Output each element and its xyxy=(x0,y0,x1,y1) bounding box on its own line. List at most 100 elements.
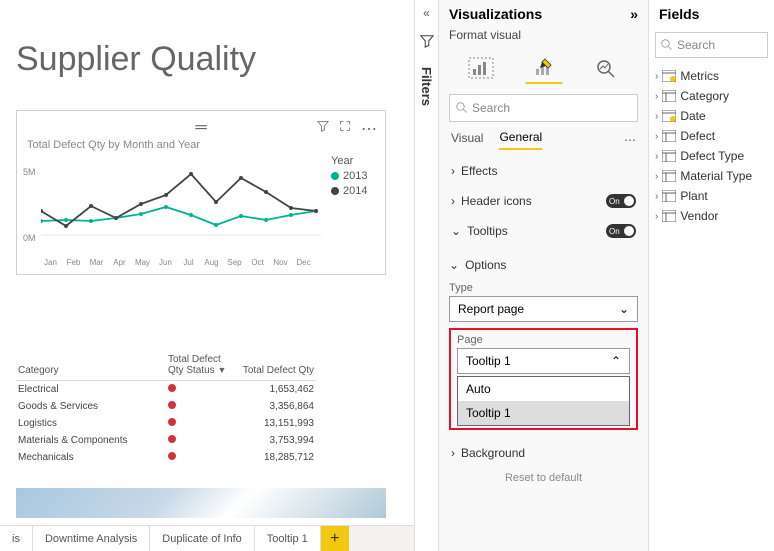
table-cell xyxy=(166,398,236,415)
chevron-right-icon: › xyxy=(655,191,658,202)
field-table[interactable]: ›Defect xyxy=(649,126,774,146)
pane-title: Visualizations xyxy=(449,6,542,22)
table-cell: 18,285,712 xyxy=(236,449,316,466)
table-cell xyxy=(166,415,236,432)
chevron-right-icon: › xyxy=(451,164,455,178)
section-tooltips[interactable]: ⌄TooltipsOn xyxy=(439,216,648,246)
date-table-icon xyxy=(662,110,676,122)
table-cell: 3,753,994 xyxy=(236,432,316,449)
table-cell: Logistics xyxy=(16,415,166,432)
table-row[interactable]: Goods & Services3,356,864 xyxy=(16,398,316,415)
field-table[interactable]: ›Material Type xyxy=(649,166,774,186)
dropdown-option[interactable]: Auto xyxy=(458,377,629,401)
visualizations-pane: Visualizations » Format visual Search Vi… xyxy=(438,0,648,551)
section-background[interactable]: ›Background xyxy=(439,438,648,468)
x-axis-labels: JanFebMarAprMayJunJulAugSepOctNovDec xyxy=(39,258,325,267)
table-row[interactable]: Electrical1,653,462 xyxy=(16,381,316,399)
chevron-right-icon: › xyxy=(655,151,658,162)
table-row[interactable]: Logistics 13,151,993 xyxy=(16,415,316,432)
section-header-icons[interactable]: ›Header iconsOn xyxy=(439,186,648,216)
fields-pane: Fields Search ›Metrics ›Category ›Date ›… xyxy=(648,0,774,551)
drag-handle-icon[interactable]: ═ xyxy=(195,119,206,137)
legend-item[interactable]: 2013 xyxy=(343,170,367,182)
expand-left-icon[interactable]: « xyxy=(423,6,430,20)
y-tick: 0M xyxy=(23,233,36,243)
analytics-button[interactable] xyxy=(588,52,626,84)
filters-icon[interactable] xyxy=(420,34,434,53)
table-header[interactable]: Category xyxy=(16,350,166,381)
sort-down-icon: ▼ xyxy=(217,365,226,375)
table-header[interactable]: Total Defect Qty xyxy=(236,350,316,381)
section-effects[interactable]: ›Effects xyxy=(439,156,648,186)
map-visual[interactable] xyxy=(16,488,386,518)
table-visual[interactable]: Category Total Defect Qty Status ▼ Total… xyxy=(16,350,316,466)
page-dropdown[interactable]: Tooltip 1⌃ xyxy=(457,348,630,374)
chevron-down-icon: ⌄ xyxy=(449,258,459,272)
line-chart-visual[interactable]: ═ ⋯ Total Defect Qty by Month and Year 5… xyxy=(16,110,386,275)
search-icon xyxy=(661,39,673,51)
page-label: Page xyxy=(457,334,630,346)
type-label: Type xyxy=(449,282,638,294)
tab-visual[interactable]: Visual xyxy=(451,131,483,149)
table-icon xyxy=(662,210,676,222)
search-icon xyxy=(456,102,468,114)
chevron-right-icon: › xyxy=(451,446,455,460)
measure-table-icon xyxy=(662,70,676,82)
field-table[interactable]: ›Category xyxy=(649,86,774,106)
page-tab[interactable]: is xyxy=(0,526,33,551)
table-icon xyxy=(662,190,676,202)
field-table[interactable]: ›Metrics xyxy=(649,66,774,86)
table-header[interactable]: Total Defect Qty Status ▼ xyxy=(166,350,236,381)
page-tab[interactable]: Downtime Analysis xyxy=(33,526,150,551)
format-search-input[interactable]: Search xyxy=(449,94,638,122)
chevron-up-icon: ⌃ xyxy=(611,354,621,368)
table-icon xyxy=(662,130,676,142)
build-visual-button[interactable] xyxy=(462,52,500,84)
field-table[interactable]: ›Date xyxy=(649,106,774,126)
filter-icon[interactable] xyxy=(317,119,329,137)
type-dropdown[interactable]: Report page⌄ xyxy=(449,296,638,322)
section-options[interactable]: ⌄Options xyxy=(449,254,638,276)
reset-to-default[interactable]: Reset to default xyxy=(439,468,648,488)
chevron-right-icon: › xyxy=(451,194,455,208)
status-dot-icon xyxy=(168,384,176,392)
table-cell: Electrical xyxy=(16,381,166,399)
report-canvas[interactable]: Supplier Quality ═ ⋯ Total Defect Qty by… xyxy=(0,0,414,551)
chevron-right-icon: › xyxy=(655,91,658,102)
table-cell xyxy=(166,432,236,449)
field-table[interactable]: ›Vendor xyxy=(649,206,774,226)
table-cell: 3,356,864 xyxy=(236,398,316,415)
table-cell: Mechanicals xyxy=(16,449,166,466)
chevron-right-icon: › xyxy=(655,171,658,182)
chevron-right-icon: › xyxy=(655,211,658,222)
more-options-icon[interactable]: ⋯ xyxy=(361,119,377,137)
header-icons-toggle[interactable]: On xyxy=(606,194,636,208)
tab-general[interactable]: General xyxy=(499,130,542,150)
chevron-right-icon: › xyxy=(655,111,658,122)
page-dropdown-options: Auto Tooltip 1 xyxy=(457,376,630,426)
filters-pane-collapsed[interactable]: « Filters xyxy=(414,0,438,551)
field-table[interactable]: ›Plant xyxy=(649,186,774,206)
table-icon xyxy=(662,150,676,162)
table-row[interactable]: Materials & Components 3,753,994 xyxy=(16,432,316,449)
focus-mode-icon[interactable] xyxy=(339,119,351,137)
add-page-button[interactable]: + xyxy=(321,526,349,551)
page-tab[interactable]: Tooltip 1 xyxy=(255,526,321,551)
pane-subtitle: Format visual xyxy=(439,28,648,46)
collapse-right-icon[interactable]: » xyxy=(630,6,638,22)
tooltips-toggle[interactable]: On xyxy=(606,224,636,238)
table-icon xyxy=(662,90,676,102)
page-tab[interactable]: Duplicate of Info xyxy=(150,526,255,551)
status-dot-icon xyxy=(168,401,176,409)
format-visual-button[interactable] xyxy=(525,52,563,84)
filters-label: Filters xyxy=(419,67,434,106)
fields-search-input[interactable]: Search xyxy=(655,32,768,58)
legend-item[interactable]: 2014 xyxy=(343,185,367,197)
page-tabs: is Downtime Analysis Duplicate of Info T… xyxy=(0,525,414,551)
dropdown-option[interactable]: Tooltip 1 xyxy=(458,401,629,425)
table-cell: 13,151,993 xyxy=(236,415,316,432)
table-cell: Materials & Components xyxy=(16,432,166,449)
more-icon[interactable]: ⋯ xyxy=(624,133,636,147)
field-table[interactable]: ›Defect Type xyxy=(649,146,774,166)
table-row[interactable]: Mechanicals 18,285,712 xyxy=(16,449,316,466)
